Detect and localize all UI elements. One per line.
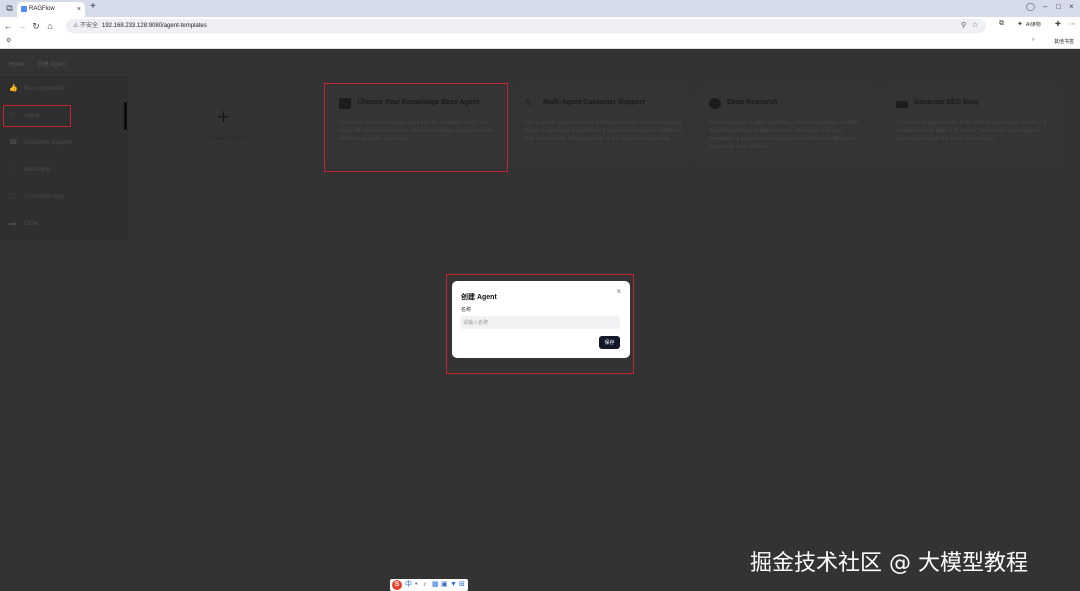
ime-logo-icon[interactable]: S — [392, 580, 402, 590]
window-menu-icon[interactable]: ⧉ — [4, 3, 15, 14]
new-tab-button[interactable]: + — [90, 1, 96, 12]
plus-icon: + — [217, 104, 230, 129]
ime-keyboard-icon[interactable]: ▦ — [432, 580, 439, 590]
back-icon[interactable]: ← — [3, 20, 13, 32]
sidebar-item-label: Marketing — [24, 167, 51, 173]
thumb-icon: 👍 — [9, 85, 18, 92]
template-description: This is a multi-agent version of the SEO… — [896, 120, 1047, 142]
ime-apps-icon[interactable]: ⊞ — [459, 580, 465, 590]
sidebar-item-label: Customer Support — [24, 140, 73, 146]
home-icon[interactable]: ⌂ — [45, 20, 55, 32]
template-description: This is a multi-agent system for intelli… — [525, 120, 683, 142]
forward-icon[interactable]: → — [17, 20, 27, 32]
breadcrumb-current: 创建 Agent — [36, 62, 67, 68]
breadcrumb-home[interactable]: Home — [9, 62, 25, 68]
close-window-button[interactable]: × — [1069, 2, 1074, 11]
bookmark-star-icon[interactable]: ☆ — [972, 19, 978, 33]
sidebar-item-label: Recommended — [24, 86, 65, 92]
sidebar-item-other[interactable]: ▬ Other — [0, 214, 128, 234]
template-title: Deep Research — [727, 99, 778, 106]
extension-puzzle-icon[interactable]: ✚ — [1055, 20, 1061, 28]
ime-toolbar: S 中 • ♪ ▦ ▣ ▼ ⊞ — [390, 579, 468, 591]
dialog-title: 创建 Agent — [461, 294, 497, 301]
bookmark-chevron-icon[interactable]: › — [1032, 37, 1034, 43]
marketing-icon: ♡ — [9, 166, 16, 173]
template-card-seo-blog[interactable]: Generate SEO Blog This is a multi-agent … — [884, 86, 1062, 168]
tab-title: RAGFlow — [29, 6, 55, 12]
minimize-button[interactable]: – — [1043, 2, 1047, 11]
ime-toolbox-icon[interactable]: ▼ — [450, 580, 457, 590]
profile-icon[interactable]: ◯ — [1026, 2, 1035, 11]
other-bookmarks[interactable]: 其他书签 — [1054, 38, 1074, 45]
breadcrumb: Home 创建 Agent — [9, 59, 76, 68]
name-field-label: 名称 — [461, 307, 472, 313]
ime-microphone-icon[interactable]: ♪ — [423, 580, 427, 590]
maximize-button[interactable]: □ — [1056, 2, 1061, 11]
ragflow-favicon-icon — [21, 6, 27, 12]
tab-close-icon[interactable]: × — [77, 2, 81, 17]
ime-chinese-icon[interactable]: 中 — [405, 580, 412, 590]
sidebar-scrollbar[interactable] — [124, 102, 127, 130]
feather-icon: ✎ — [525, 98, 533, 108]
ime-skin-icon[interactable]: ▣ — [441, 580, 448, 590]
create-agent-card[interactable]: + Create Agent — [145, 88, 313, 182]
highlight-box-template — [324, 83, 508, 172]
browser-toolbar: ← → ↻ ⌂ ⚠ 不安全 192.168.233.128:9080/agent… — [0, 17, 1080, 35]
sidebar-item-label: Consumer App — [24, 194, 64, 200]
close-icon[interactable]: × — [616, 287, 621, 296]
sidebar-item-marketing[interactable]: ♡ Marketing — [0, 160, 128, 180]
sidebar-item-label: Other — [24, 221, 40, 227]
template-category-sidebar: 👍 Recommended ⚇ Agent ☎ Customer Support… — [0, 76, 128, 240]
template-card-deep-research[interactable]: Deep Research For professionals in sales… — [697, 86, 875, 168]
sidebar-item-customer-support[interactable]: ☎ Customer Support — [0, 133, 128, 153]
sidebar-item-consumer-app[interactable]: ▢ Consumer App — [0, 187, 128, 207]
ime-punctuation-icon[interactable]: • — [415, 580, 417, 590]
browser-tab-bar: ⧉ RAGFlow × + ◯ – □ × — [0, 0, 1080, 17]
template-title: Generate SEO Blog — [914, 99, 979, 106]
insecure-label: 不安全 — [80, 23, 99, 29]
bookmarks-bar: ⚙ › 其他书签 — [0, 35, 1080, 49]
research-icon — [709, 98, 721, 109]
folder-icon: ▬ — [9, 220, 16, 227]
sidebar-item-recommended[interactable]: 👍 Recommended — [0, 79, 128, 99]
url-text[interactable]: 192.168.233.128:9080/agent-templates — [102, 19, 207, 33]
template-description: For professionals in sales, marketing, p… — [709, 120, 860, 150]
support-icon: ☎ — [9, 139, 18, 146]
template-title: Multi-Agent Customer Support — [543, 99, 645, 106]
watermark: 掘金技术社区 @ 大模型教程 — [750, 551, 1028, 576]
location-icon[interactable]: ⚲ — [961, 19, 966, 33]
name-input[interactable] — [460, 316, 620, 329]
seo-chart-icon — [896, 101, 908, 108]
warning-icon: ⚠ — [73, 23, 79, 29]
address-bar[interactable]: ⚠ 不安全 192.168.233.128:9080/agent-templat… — [66, 19, 986, 33]
ai-icon[interactable]: ✦ — [1017, 20, 1023, 28]
highlight-box-agent — [3, 105, 71, 127]
create-agent-label: Create Agent — [211, 136, 247, 142]
create-agent-dialog: 创建 Agent × 名称 保存 — [452, 281, 630, 358]
app-icon: ▢ — [9, 193, 16, 200]
extensions-icon[interactable]: ⧉ — [999, 20, 1004, 28]
bookmark-apps-icon[interactable]: ⚙ — [6, 37, 11, 44]
more-menu-icon[interactable]: ⋯ — [1069, 20, 1076, 28]
reload-icon[interactable]: ↻ — [31, 20, 41, 32]
template-card-multi-agent-support[interactable]: ✎ Multi-Agent Customer Support This is a… — [513, 86, 689, 168]
ai-read-label[interactable]: AI读物 — [1026, 21, 1041, 28]
browser-tab[interactable]: RAGFlow × — [17, 2, 85, 17]
save-button[interactable]: 保存 — [599, 336, 620, 349]
